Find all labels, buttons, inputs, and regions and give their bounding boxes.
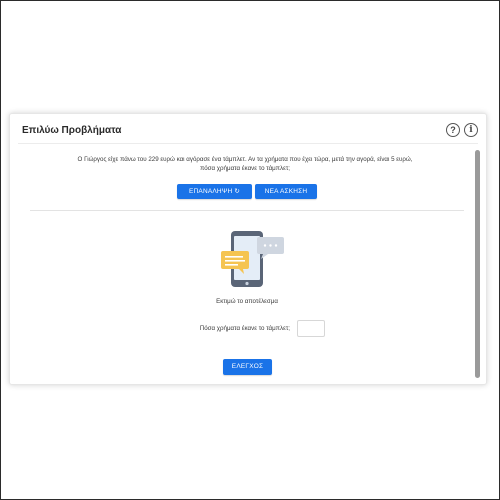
tablet-home-button bbox=[245, 281, 249, 286]
estimate-label: Εκτιμώ το αποτέλεσμα bbox=[216, 298, 278, 305]
repeat-button[interactable]: ΕΠΑΝΑΛΗΨΗ ↻ bbox=[177, 184, 252, 199]
tablet-chat-illustration bbox=[221, 231, 284, 287]
help-icon-glyph: ? bbox=[450, 125, 456, 135]
problem-text-line-2: πόσα χρήματα έκανε το τάμπλετ; bbox=[199, 165, 291, 172]
problem-card: Επιλύω Προβλήματα ? i Ο Γιώργος είχε πάν… bbox=[9, 113, 487, 385]
section-divider bbox=[30, 210, 464, 211]
chat-line-2 bbox=[225, 260, 245, 262]
info-icon-glyph: i bbox=[469, 125, 473, 135]
chat-line-3 bbox=[225, 264, 238, 266]
chat-dot-3 bbox=[274, 244, 278, 247]
info-icon[interactable]: i bbox=[464, 123, 478, 137]
check-button[interactable]: ΕΛΕΓΧΟΣ bbox=[223, 359, 272, 375]
chat-dot-2 bbox=[269, 244, 272, 247]
answer-input[interactable] bbox=[297, 320, 325, 337]
scrollbar-thumb[interactable] bbox=[475, 150, 480, 378]
header-divider bbox=[18, 143, 478, 144]
chat-dot-1 bbox=[263, 244, 267, 247]
help-icon[interactable]: ? bbox=[446, 123, 460, 137]
chat-line-1 bbox=[225, 256, 243, 258]
problem-statement: Ο Γιώργος είχε πάνω του 229 ευρώ και αγό… bbox=[30, 155, 460, 173]
scrollbar-track[interactable] bbox=[475, 150, 480, 378]
question-label: Πόσα χρήματα έκανε το τάμπλετ; bbox=[199, 325, 290, 332]
card-title: Επιλύω Προβλήματα bbox=[22, 125, 122, 136]
problem-text-line-1: Ο Γιώργος είχε πάνω του 229 ευρώ και αγό… bbox=[77, 156, 413, 163]
new-exercise-button[interactable]: ΝΕΑ ΑΣΚΗΣΗ bbox=[255, 184, 317, 199]
